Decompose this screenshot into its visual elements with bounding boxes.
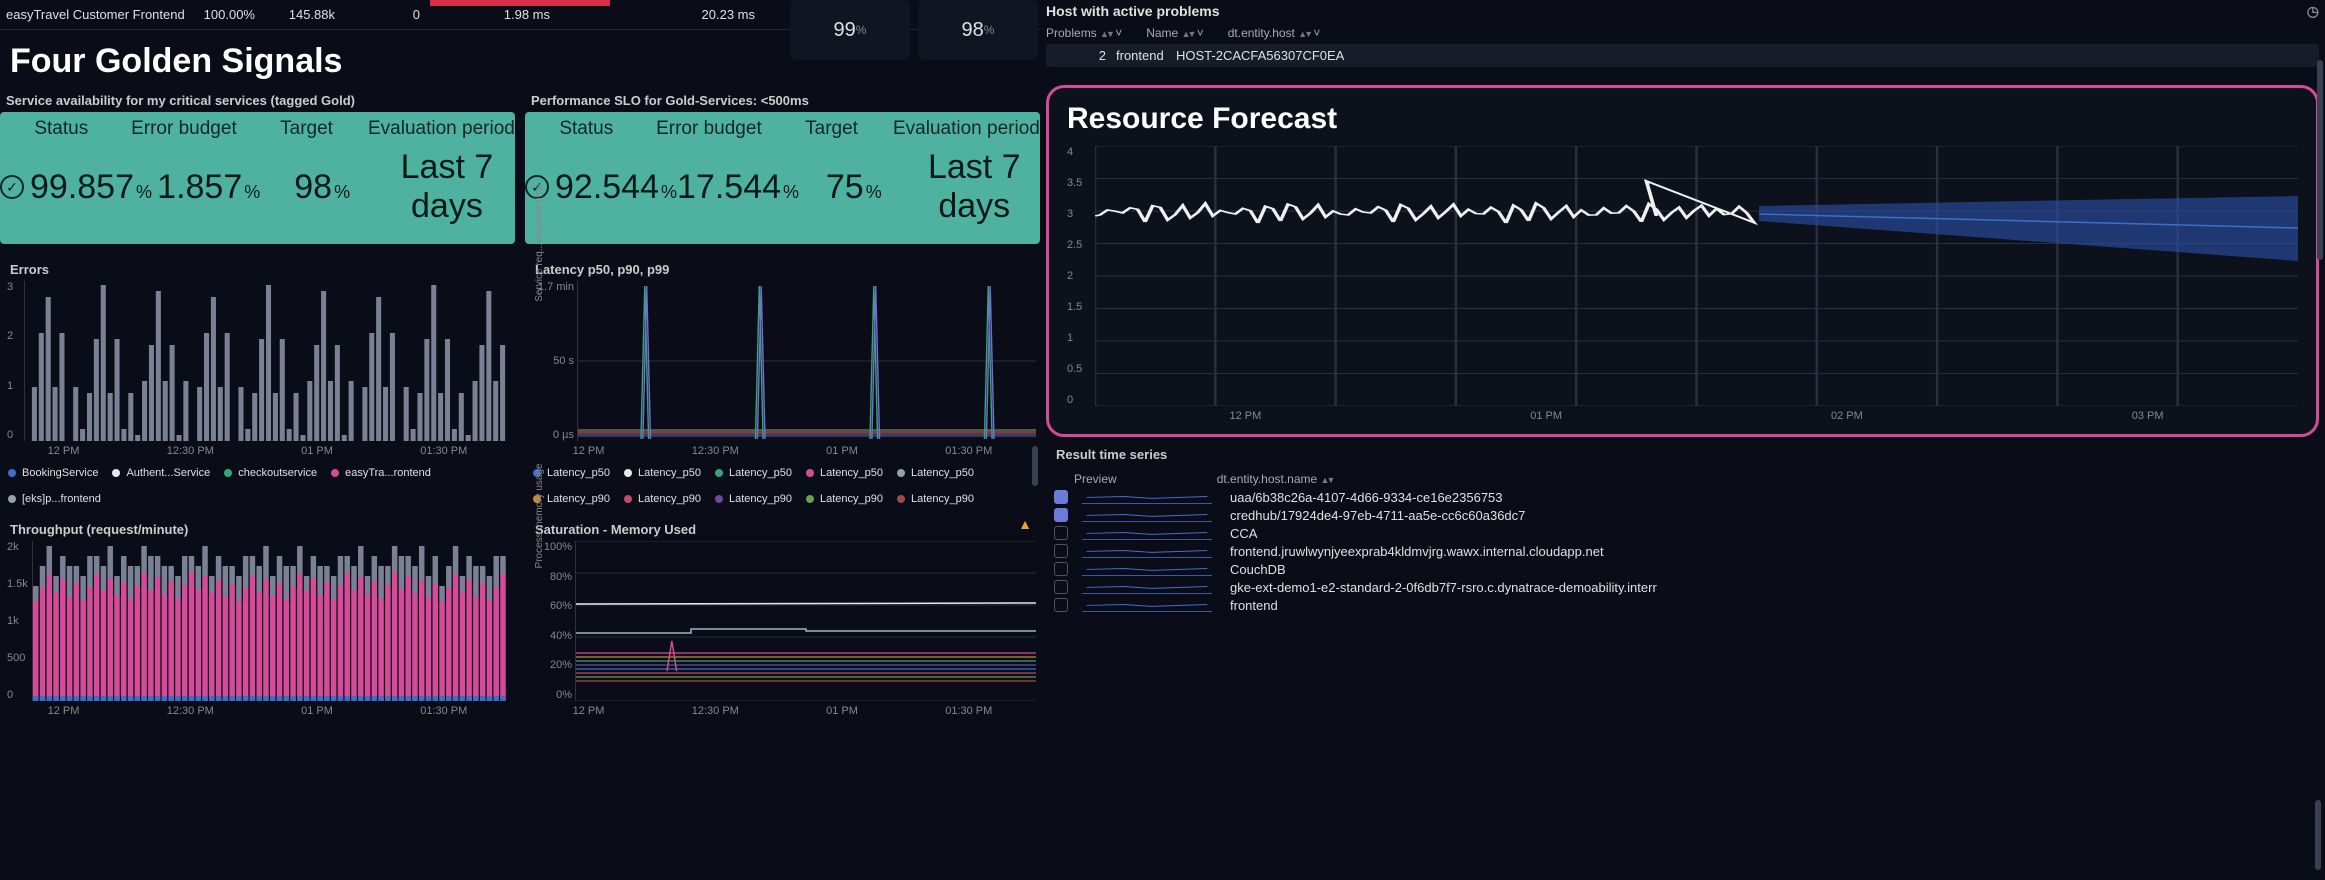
legend-item[interactable]: Latency_p50	[624, 467, 701, 479]
col-name[interactable]: Name ▲▼ ˅	[1146, 26, 1204, 40]
legend-item[interactable]: [eks]p...frontend	[8, 493, 101, 505]
result-row[interactable]: CCA	[1050, 524, 2315, 542]
host-name: gke-ext-demo1-e2-standard-2-0f6db7f7-rsr…	[1230, 580, 2311, 595]
host-row[interactable]: 2 frontend HOST-2CACFA56307CF0EA	[1046, 44, 2319, 67]
clock-icon[interactable]: ◷	[2307, 3, 2319, 20]
legend-item[interactable]: BookingService	[8, 467, 98, 479]
throughput-chart[interactable]: Throughput (request/minute) 2k 1.5k 1k 5…	[0, 516, 515, 736]
legend-item[interactable]: Latency_p50	[806, 467, 883, 479]
results-title: Result time series	[1050, 443, 2315, 466]
latency-chart[interactable]: Latency p50, p90, p99 Service req...espo…	[525, 256, 1040, 516]
check-icon: ✓	[0, 175, 24, 199]
sparkline	[1082, 508, 1212, 522]
host-name: credhub/17924de4-97eb-4711-aa5e-cc6c60a3…	[1230, 508, 2311, 523]
checkbox[interactable]	[1054, 580, 1068, 594]
col-preview[interactable]: Preview	[1074, 472, 1117, 486]
sparkline	[1082, 490, 1212, 504]
legend-item[interactable]: easyTra...rontend	[331, 467, 431, 479]
col-hostname[interactable]: dt.entity.host.name ▲▼	[1217, 472, 1333, 486]
sparkline	[1082, 562, 1212, 576]
forecast-panel: Resource Forecast 4 3.5 3 2.5 2 1.5 1 0.…	[1046, 85, 2319, 437]
checkbox[interactable]	[1054, 562, 1068, 576]
checkbox[interactable]	[1054, 598, 1068, 612]
warning-icon[interactable]: ▲	[1018, 516, 1032, 532]
slo2-title: Performance SLO for Gold-Services: <500m…	[525, 89, 1040, 112]
host-name: uaa/6b38c26a-4107-4d66-9334-ce16e2356753	[1230, 490, 2311, 505]
host-name: frontend.jruwlwynjyeexprab4kldmvjrg.wawx…	[1230, 544, 2311, 559]
legend-item[interactable]: Latency_p50	[715, 467, 792, 479]
result-row[interactable]: frontend	[1050, 596, 2315, 614]
gauge-1: 99%	[790, 0, 910, 60]
legend-item[interactable]: Latency_p50	[897, 467, 974, 479]
sparkline	[1082, 544, 1212, 558]
sparkline	[1082, 598, 1212, 612]
errors-chart[interactable]: Errors 3 2 1 0 12 PM 12:30 PM 01 PM 01:3…	[0, 256, 515, 516]
legend-item[interactable]: checkoutservice	[224, 467, 317, 479]
host-name: CouchDB	[1230, 562, 2311, 577]
col-problems[interactable]: Problems ▲▼ ˅	[1046, 26, 1122, 40]
result-row[interactable]: frontend.jruwlwynjyeexprab4kldmvjrg.wawx…	[1050, 542, 2315, 560]
sparkline	[1082, 526, 1212, 540]
gauge-2: 98%	[918, 0, 1038, 60]
slo-card-performance[interactable]: Status Error budget Target Evaluation pe…	[525, 112, 1040, 244]
slo1-title: Service availability for my critical ser…	[0, 89, 515, 112]
scrollbar[interactable]	[2315, 800, 2321, 870]
sparkline	[1082, 580, 1212, 594]
host-problems-title: Host with active problems	[1046, 3, 1219, 19]
checkbox[interactable]	[1054, 544, 1068, 558]
result-row[interactable]: uaa/6b38c26a-4107-4d66-9334-ce16e2356753	[1050, 488, 2315, 506]
checkbox[interactable]	[1054, 508, 1068, 522]
host-name: frontend	[1230, 598, 2311, 613]
checkbox[interactable]	[1054, 490, 1068, 504]
checkbox[interactable]	[1054, 526, 1068, 540]
legend-item[interactable]: Latency_p90	[806, 493, 883, 505]
forecast-chart[interactable]: 4 3.5 3 2.5 2 1.5 1 0.5 0	[1095, 146, 2298, 406]
saturation-chart[interactable]: ▲ Saturation - Memory Used Process memor…	[525, 516, 1040, 736]
result-row[interactable]: gke-ext-demo1-e2-standard-2-0f6db7f7-rsr…	[1050, 578, 2315, 596]
forecast-title: Resource Forecast	[1067, 102, 2298, 146]
scrollbar[interactable]	[1032, 446, 1038, 486]
slo-card-availability[interactable]: Status Error budget Target Evaluation pe…	[0, 112, 515, 244]
service-name[interactable]: easyTravel Customer Frontend	[0, 7, 190, 22]
result-row[interactable]: CouchDB	[1050, 560, 2315, 578]
col-entity[interactable]: dt.entity.host ▲▼ ˅	[1228, 26, 1321, 40]
legend-item[interactable]: Latency_p90	[715, 493, 792, 505]
legend-item[interactable]: Latency_p90	[624, 493, 701, 505]
scrollbar[interactable]	[2317, 60, 2323, 260]
result-row[interactable]: credhub/17924de4-97eb-4711-aa5e-cc6c60a3…	[1050, 506, 2315, 524]
host-name: CCA	[1230, 526, 2311, 541]
legend-item[interactable]: Latency_p90	[897, 493, 974, 505]
legend-item[interactable]: Authent...Service	[112, 467, 210, 479]
